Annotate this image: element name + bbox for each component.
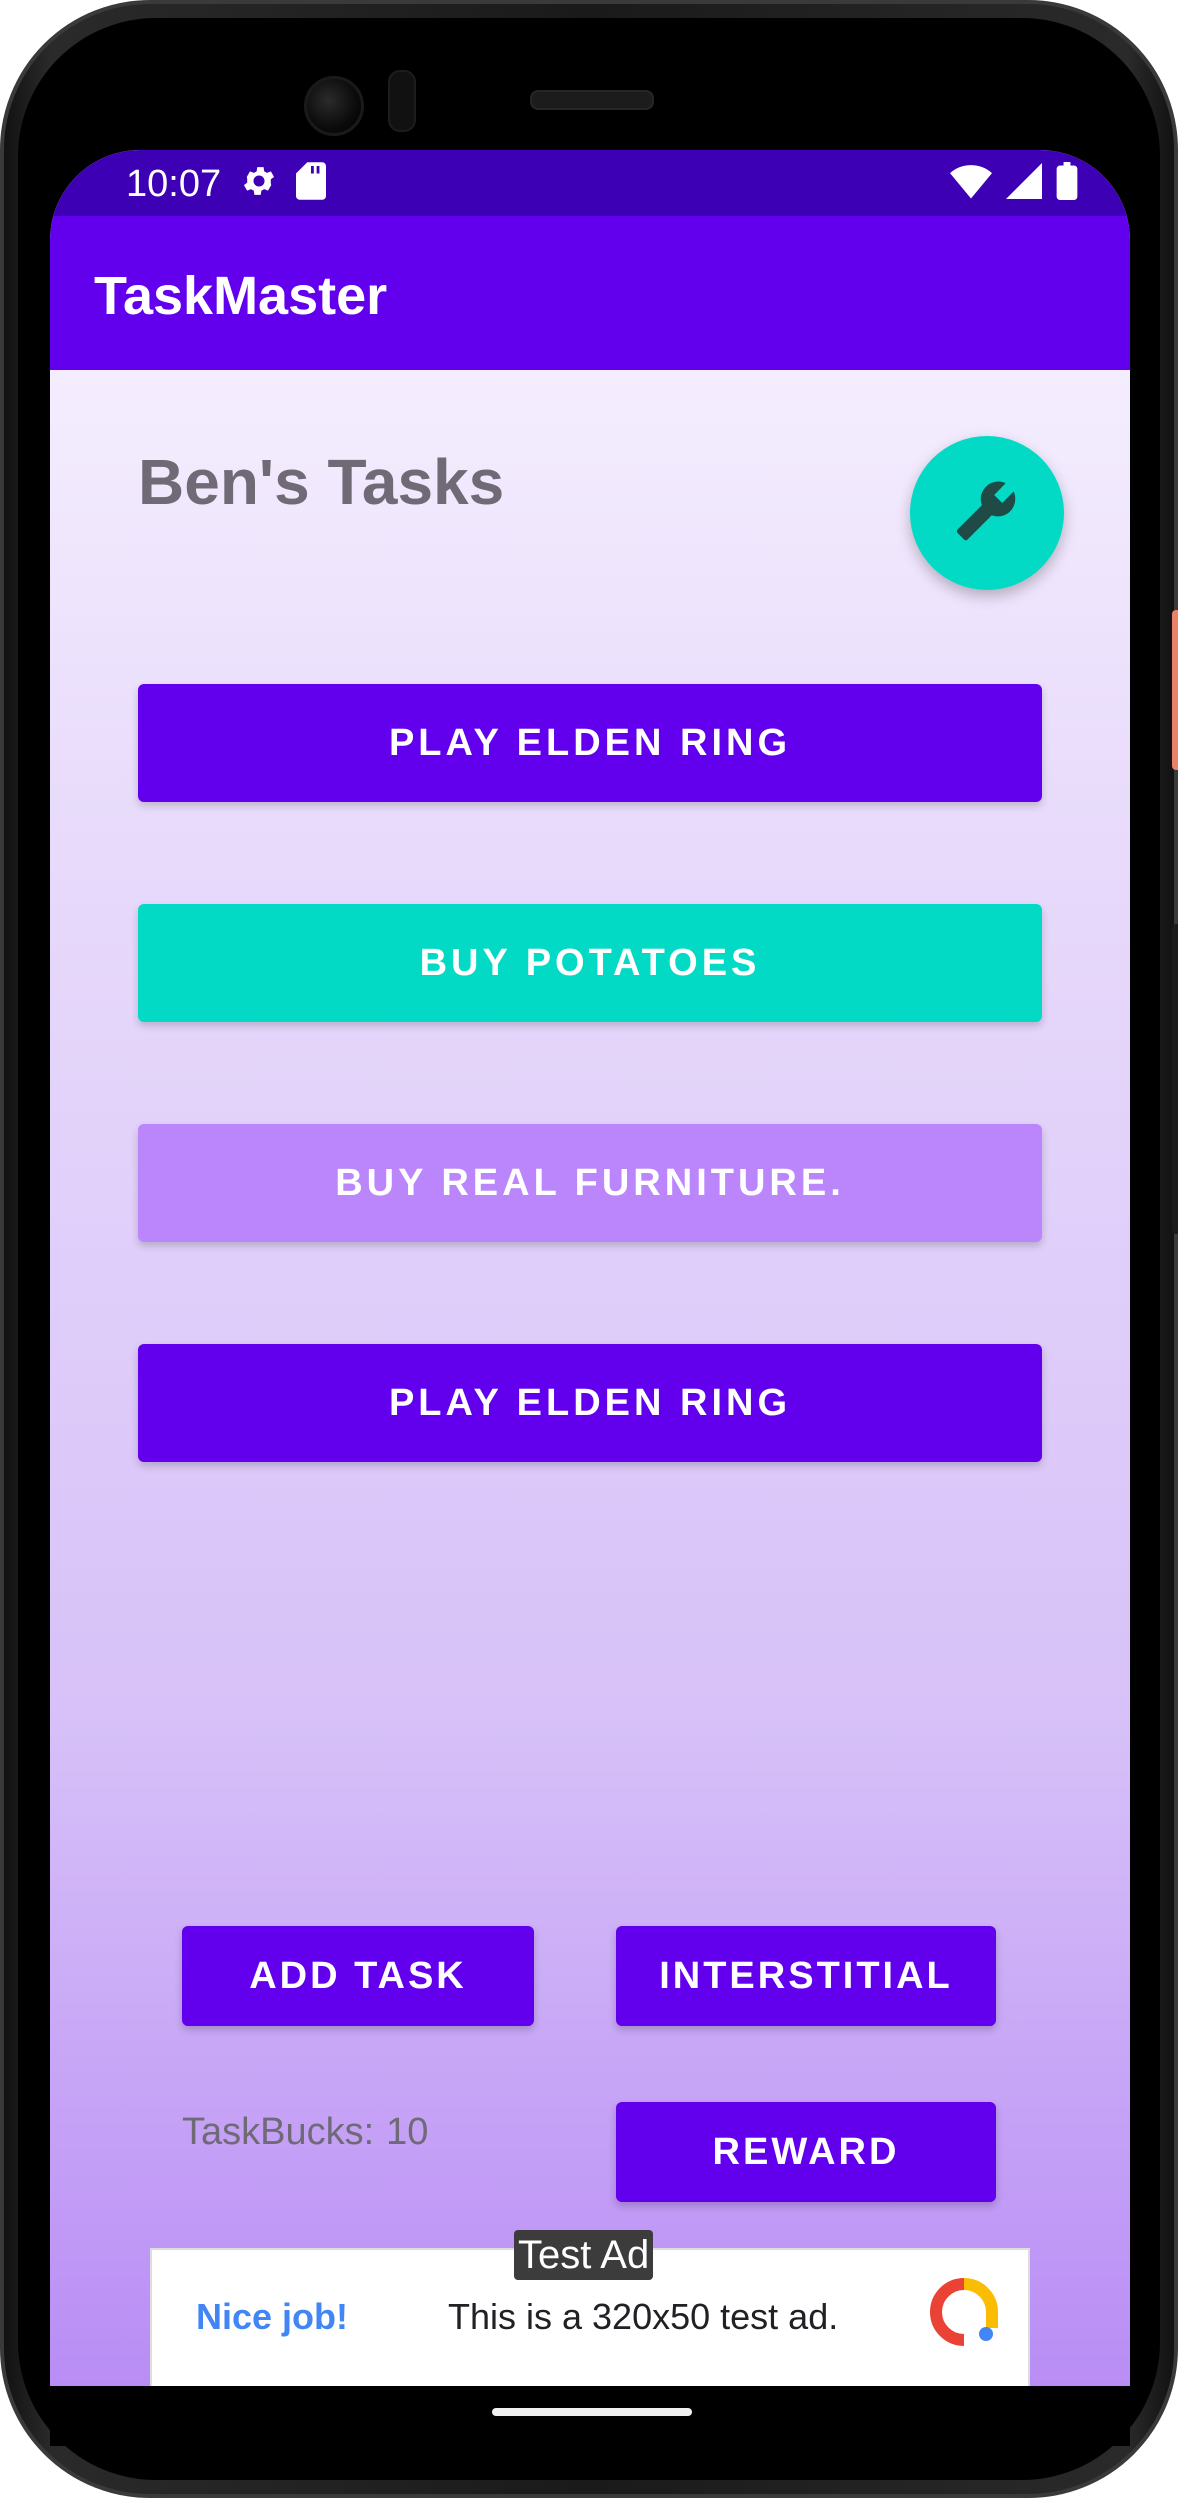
status-icons-left <box>240 162 326 205</box>
signal-icon <box>1006 163 1042 204</box>
task-button[interactable]: PLAY ELDEN RING <box>138 1344 1042 1462</box>
gear-icon <box>240 162 278 205</box>
task-button[interactable]: PLAY ELDEN RING <box>138 684 1042 802</box>
earpiece-speaker <box>530 90 654 110</box>
wifi-icon <box>950 163 992 204</box>
admob-logo-icon <box>929 2278 998 2346</box>
task-label: PLAY ELDEN RING <box>388 1381 792 1424</box>
ad-body: This is a 320x50 test ad. <box>448 2296 839 2337</box>
interstitial-label: INTERSTITIAL <box>659 1954 953 1997</box>
gesture-area <box>50 2386 1130 2446</box>
task-button[interactable]: BUY POTATOES <box>138 904 1042 1022</box>
power-button <box>1172 610 1178 770</box>
interstitial-button[interactable]: INTERSTITIAL <box>616 1926 996 2026</box>
volume-button <box>1172 924 1178 1234</box>
reward-label: REWARD <box>712 2130 900 2173</box>
reward-button[interactable]: REWARD <box>616 2102 996 2202</box>
phone-frame: 10:07 TaskMaster Ben's Tasks PLAY ELDEN … <box>0 0 1178 2498</box>
screen: 10:07 TaskMaster Ben's Tasks PLAY ELDEN … <box>50 150 1130 2386</box>
task-label: BUY REAL FURNITURE. <box>335 1161 845 1204</box>
task-label: BUY POTATOES <box>419 941 761 984</box>
sd-card-icon <box>296 162 326 205</box>
add-task-label: ADD TASK <box>249 1954 467 1997</box>
status-time: 10:07 <box>126 163 222 205</box>
wrench-icon <box>955 479 1019 548</box>
task-label: PLAY ELDEN RING <box>388 721 792 764</box>
app-bar: TaskMaster <box>50 216 1130 370</box>
taskbucks-value: 10 <box>386 2111 429 2153</box>
status-bar: 10:07 <box>50 150 1130 216</box>
page-title: Ben's Tasks <box>138 446 505 518</box>
front-camera <box>304 76 364 136</box>
app-title: TaskMaster <box>94 266 388 326</box>
test-ad-badge: Test Ad <box>514 2230 654 2280</box>
settings-fab[interactable] <box>910 436 1064 590</box>
proximity-sensor <box>388 70 416 132</box>
add-task-button[interactable]: ADD TASK <box>182 1926 534 2026</box>
status-icons-right <box>950 162 1078 205</box>
taskbucks-label: TaskBucks: <box>182 2111 375 2153</box>
battery-icon <box>1056 162 1078 205</box>
taskbucks-display: TaskBucks: 10 <box>182 2110 428 2154</box>
task-button[interactable]: BUY REAL FURNITURE. <box>138 1124 1042 1242</box>
ad-headline: Nice job! <box>196 2296 349 2337</box>
home-indicator[interactable] <box>492 2408 692 2416</box>
